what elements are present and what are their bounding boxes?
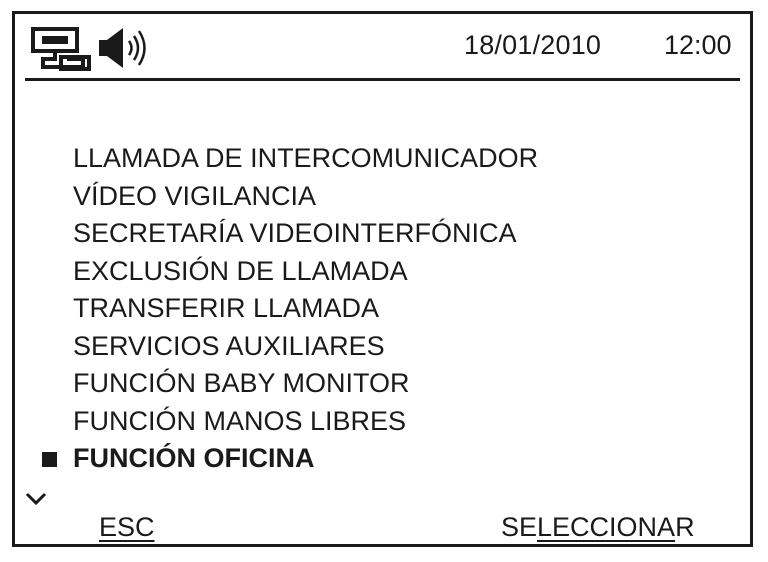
menu-item-baby-monitor[interactable]: FUNCIÓN BABY MONITOR — [73, 365, 538, 403]
status-divider — [25, 78, 740, 81]
menu-item-exclusion-llamada[interactable]: EXCLUSIÓN DE LLAMADA — [73, 253, 538, 291]
seleccionar-softkey[interactable]: SELECCIONAR — [501, 512, 695, 542]
speaker-icon — [97, 26, 149, 70]
menu-item-label: FUNCIÓN MANOS LIBRES — [73, 405, 407, 436]
seleccionar-label-underlined: LECCIONA — [537, 512, 676, 542]
time-display: 12:00 — [664, 30, 732, 60]
menu-item-manos-libres[interactable]: FUNCIÓN MANOS LIBRES — [73, 403, 538, 441]
menu-item-transferir-llamada[interactable]: TRANSFERIR LLAMADA — [73, 290, 538, 328]
chevron-down-icon[interactable] — [25, 492, 47, 506]
menu-item-label: FUNCIÓN BABY MONITOR — [73, 368, 410, 398]
network-icon — [31, 27, 91, 71]
status-bar: 18/01/2010 12:00 — [15, 14, 750, 78]
menu-item-secretaria-videointerfonica[interactable]: SECRETARÍA VIDEOINTERFÓNICA — [73, 215, 538, 253]
intercom-screen: 18/01/2010 12:00 LLAMADA DE INTERCOMUNIC… — [12, 11, 753, 547]
menu-item-servicios-auxiliares[interactable]: SERVICIOS AUXILIARES — [73, 328, 538, 366]
menu-item-oficina[interactable]: FUNCIÓN OFICINA — [42, 440, 538, 478]
menu-item-label: SECRETARÍA VIDEOINTERFÓNICA — [73, 218, 517, 248]
menu-item-label: TRANSFERIR LLAMADA — [73, 293, 380, 323]
date-display: 18/01/2010 — [464, 30, 602, 60]
seleccionar-label-start: SE — [501, 512, 538, 542]
menu-item-label: EXCLUSIÓN DE LLAMADA — [73, 255, 408, 286]
menu-item-video-vigilancia[interactable]: VÍDEO VIGILANCIA — [73, 178, 538, 216]
menu-item-label: FUNCIÓN OFICINA — [73, 443, 315, 473]
menu-item-label: LLAMADA DE INTERCOMUNICADOR — [73, 143, 539, 173]
selection-marker-icon — [42, 452, 57, 467]
seleccionar-label-end: R — [675, 512, 695, 542]
menu-item-label: VÍDEO VIGILANCIA — [73, 180, 317, 211]
esc-label: ESC — [99, 512, 155, 542]
main-menu: LLAMADA DE INTERCOMUNICADOR VÍDEO VIGILA… — [42, 140, 538, 478]
esc-softkey[interactable]: ESC — [99, 512, 155, 542]
menu-item-label: SERVICIOS AUXILIARES — [73, 330, 385, 361]
menu-item-llamada-intercomunicador[interactable]: LLAMADA DE INTERCOMUNICADOR — [73, 140, 538, 178]
